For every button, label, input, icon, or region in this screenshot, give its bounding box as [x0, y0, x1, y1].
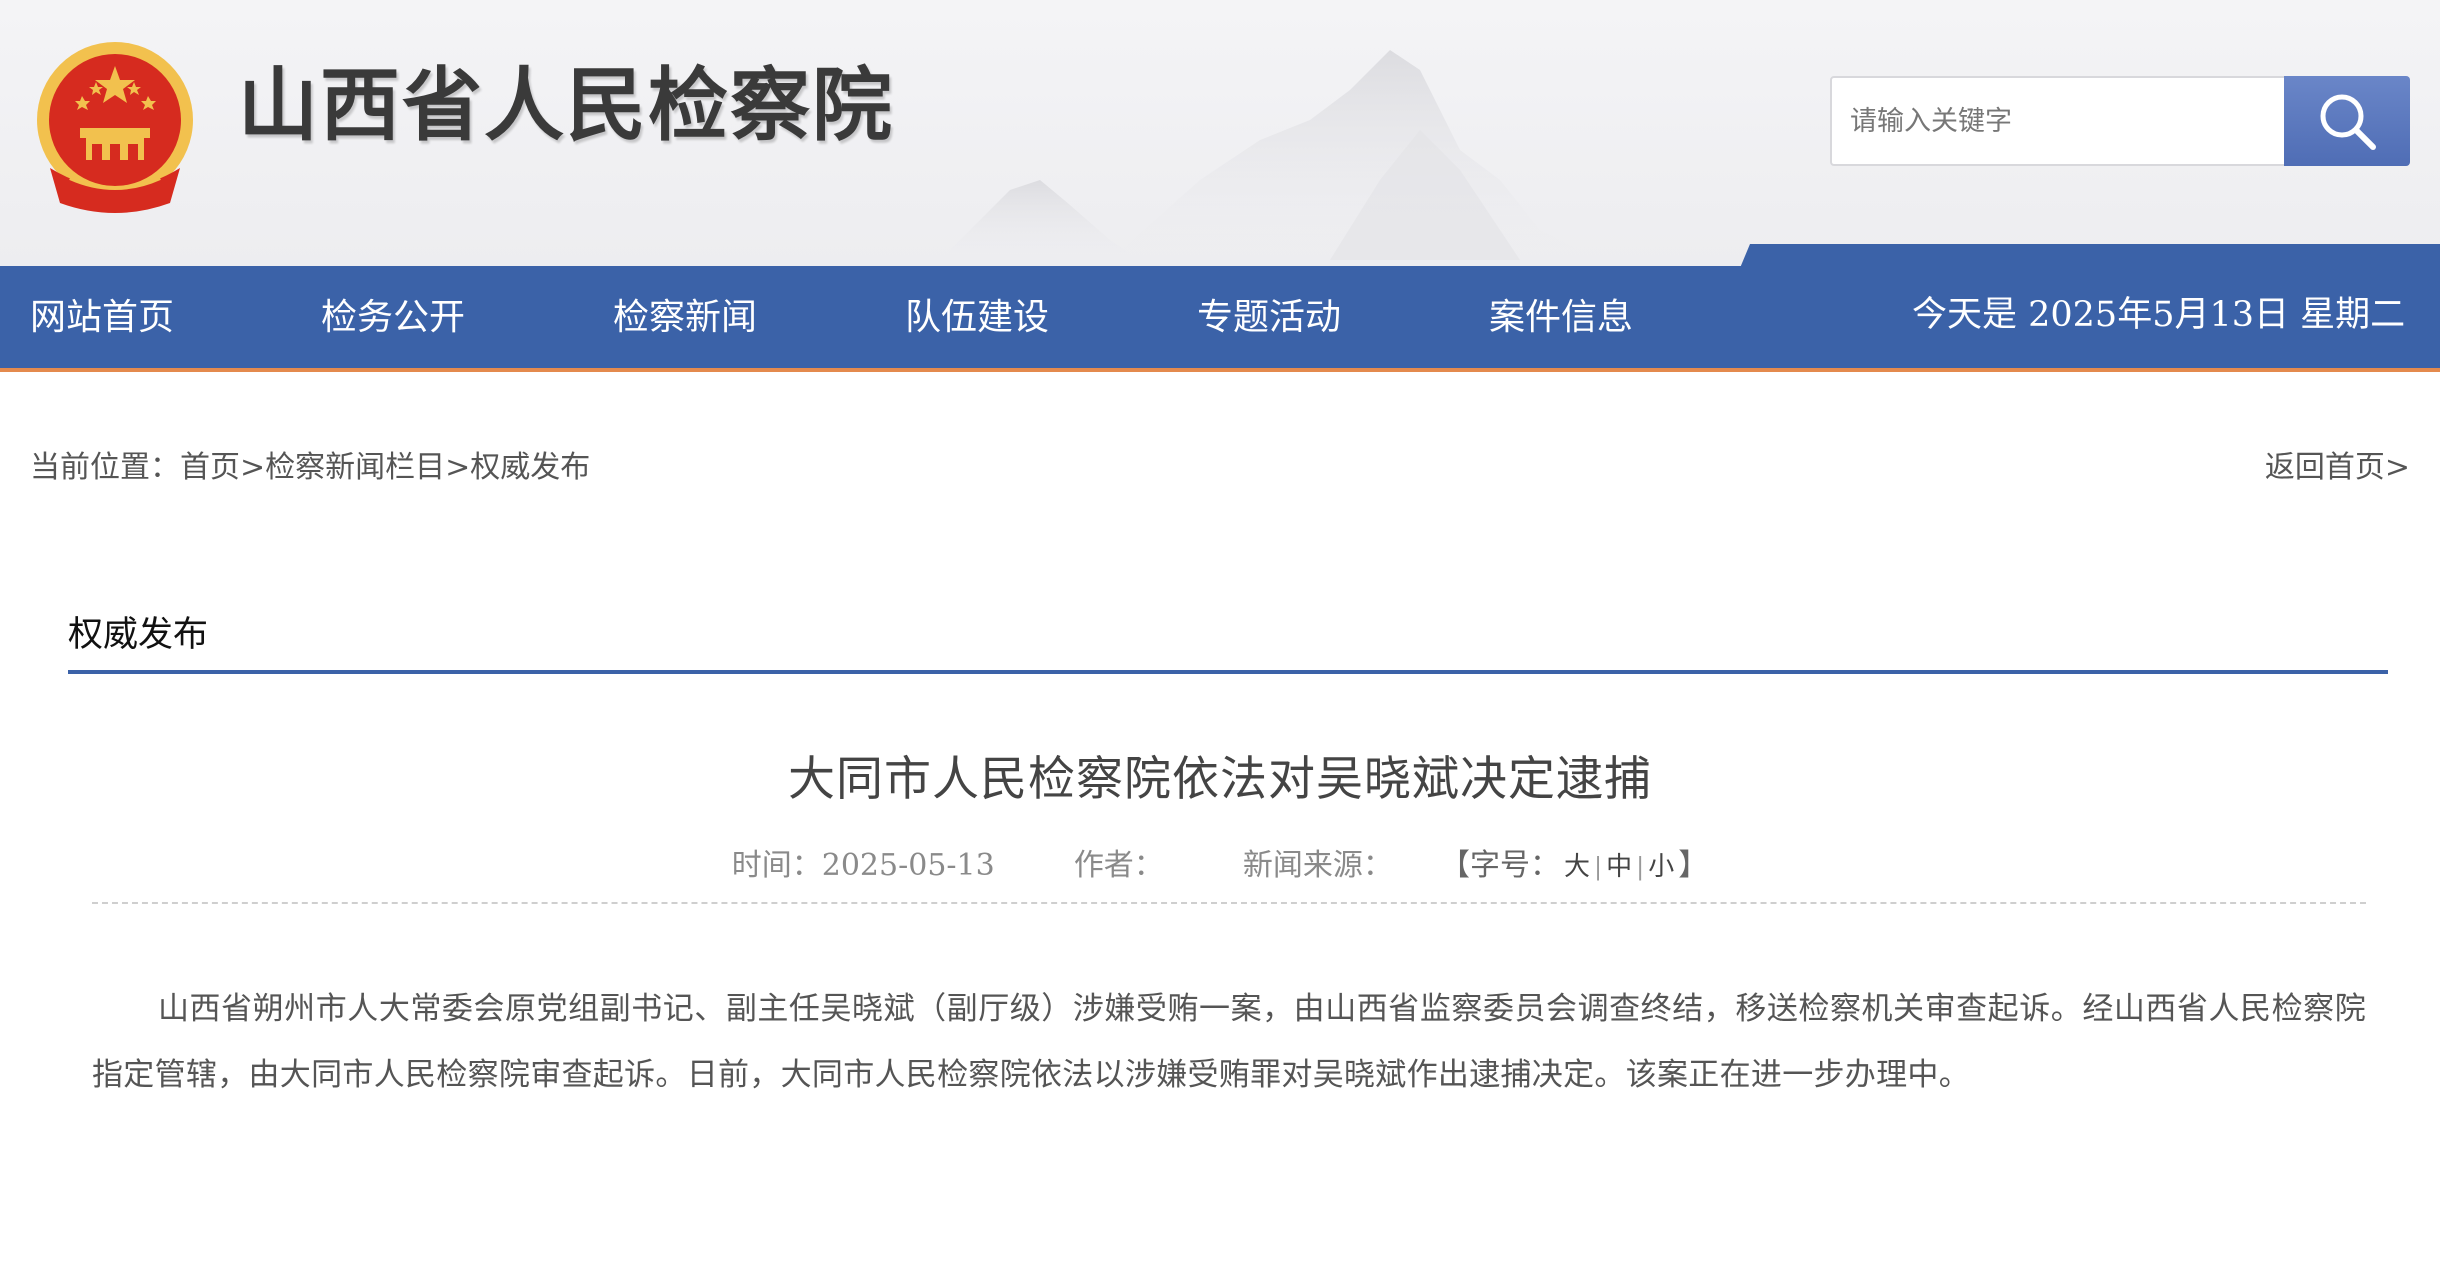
mountain-landscape-decoration	[940, 50, 1600, 260]
font-size-divider: |	[1594, 853, 1603, 881]
article-meta: 时间：2025-05-13 作者： 新闻来源： 【字号：大 | 中 | 小】	[0, 840, 2440, 884]
current-date: 今天是 2025年5月13日 星期二	[1912, 295, 2406, 335]
nav-item-team-building[interactable]: 队伍建设	[905, 266, 1049, 370]
national-emblem-logo	[37, 42, 193, 213]
font-size-open-bracket: 【字号：	[1440, 848, 1560, 883]
search-button[interactable]	[2284, 76, 2410, 166]
font-size-divider: |	[1636, 853, 1645, 881]
font-size-close-bracket: 】	[1678, 848, 1709, 883]
back-home-link[interactable]: 返回首页>	[2265, 442, 2410, 486]
breadcrumb-news-column[interactable]: 检察新闻栏目	[265, 450, 445, 485]
article-body: 山西省朔州市人大常委会原党组副书记、副主任吴晓斌（副厅级）涉嫌受贿一案，由山西省…	[92, 991, 2366, 1093]
breadcrumb-home[interactable]: 首页	[180, 450, 240, 485]
font-size-medium-button[interactable]: 中	[1602, 846, 1636, 883]
site-title: 山西省人民检察院	[238, 59, 894, 152]
breadcrumb: 当前位置：首页>检察新闻栏目>权威发布	[30, 442, 590, 486]
nav-accent-line	[0, 368, 2440, 372]
search-input[interactable]	[1832, 78, 2282, 164]
article-title: 大同市人民检察院依法对吴晓斌决定逮捕	[788, 752, 1652, 807]
section-divider	[68, 670, 2388, 674]
meta-dashed-divider	[92, 902, 2366, 904]
font-size-small-button[interactable]: 小	[1644, 846, 1678, 883]
meta-time-value: 2025-05-13	[821, 848, 995, 883]
breadcrumb-prefix: 当前位置：	[30, 450, 180, 485]
nav-date-tab-decoration	[1740, 244, 2440, 268]
nav-item-home[interactable]: 网站首页	[30, 266, 174, 370]
breadcrumb-separator: >	[445, 450, 471, 485]
font-size-selector: 【字号：大 | 中 | 小】	[1440, 840, 1708, 884]
meta-source-label: 新闻来源：	[1242, 848, 1393, 883]
search-icon	[2320, 94, 2376, 150]
meta-author-label: 作者：	[1073, 848, 1164, 883]
breadcrumb-authoritative-release[interactable]: 权威发布	[470, 450, 590, 485]
section-title: 权威发布	[68, 615, 209, 655]
font-size-large-button[interactable]: 大	[1560, 846, 1594, 883]
nav-item-procuratorial-news[interactable]: 检察新闻	[613, 266, 757, 370]
meta-time-label: 时间：	[731, 848, 822, 883]
search-box	[1830, 76, 2410, 166]
nav-item-procuratorial-affairs[interactable]: 检务公开	[321, 266, 465, 370]
breadcrumb-separator: >	[240, 450, 266, 485]
nav-item-special-activities[interactable]: 专题活动	[1197, 266, 1341, 370]
main-nav: 网站首页 检务公开 检察新闻 队伍建设 专题活动 案件信息 今天是 2025年5…	[0, 266, 2440, 370]
nav-item-case-information[interactable]: 案件信息	[1489, 266, 1633, 370]
site-header: 山西省人民检察院	[0, 0, 2440, 266]
